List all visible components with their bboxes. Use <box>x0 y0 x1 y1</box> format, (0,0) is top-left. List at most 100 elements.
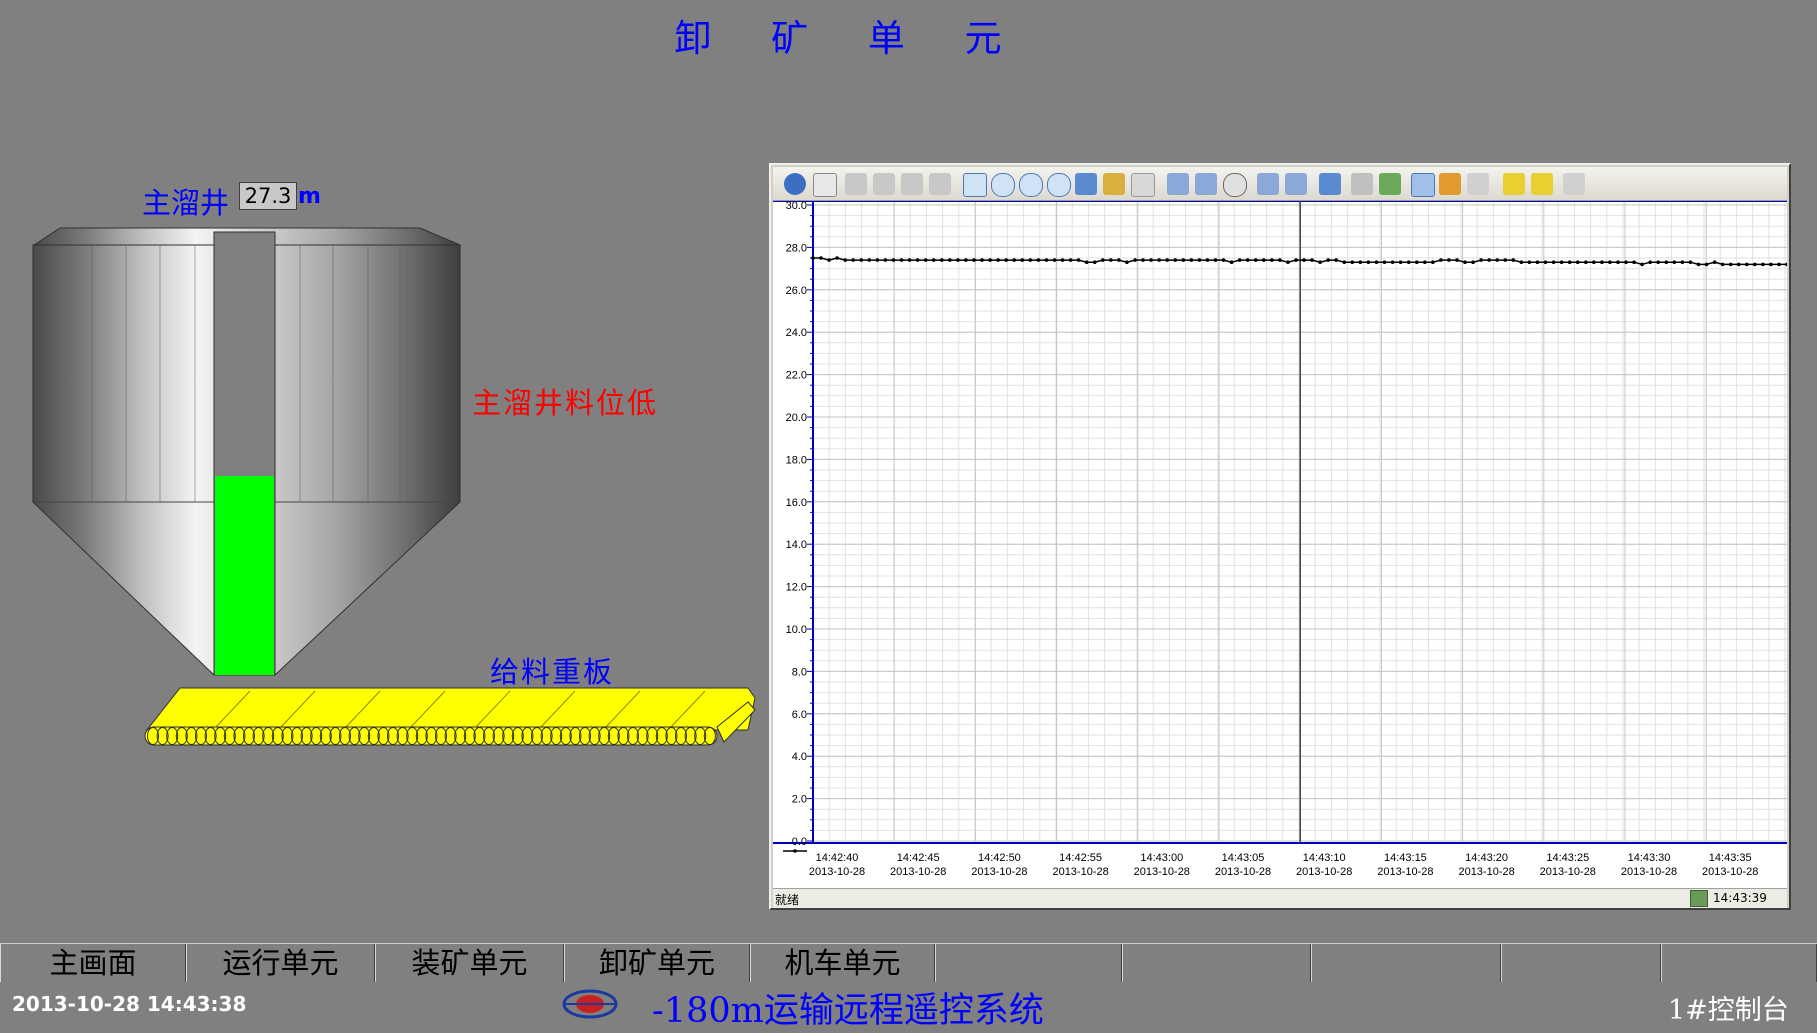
x-tick-time: 14:43:10 <box>1303 852 1346 864</box>
nav-empty-3[interactable] <box>1311 944 1501 982</box>
y-tick-label: 26.0 <box>786 285 807 297</box>
nav-empty-4[interactable] <box>1501 944 1661 982</box>
calendar-icon[interactable] <box>813 173 837 197</box>
series-point <box>1745 262 1749 267</box>
y-tick-label: 20.0 <box>786 412 807 424</box>
page-title: 卸 矿 单 元 <box>674 17 1026 60</box>
series-point <box>1125 260 1129 264</box>
add-pen-icon[interactable] <box>1503 173 1525 195</box>
bracket-icon[interactable] <box>1439 173 1461 195</box>
y-axis-icon[interactable] <box>1103 173 1125 195</box>
series-point <box>1439 258 1443 262</box>
cursor-icon[interactable] <box>1411 173 1435 197</box>
series-point <box>1471 260 1475 264</box>
help-icon[interactable] <box>784 173 806 195</box>
series-point <box>1245 258 1250 262</box>
x-tick-date: 2013-10-28 <box>1134 866 1190 878</box>
zoom-reset-icon[interactable] <box>1047 173 1071 197</box>
prev-page-icon[interactable] <box>873 173 895 195</box>
series-point <box>1495 258 1499 262</box>
series-point <box>1189 258 1194 262</box>
layout-icon[interactable] <box>1195 173 1217 195</box>
remove-pen-icon[interactable] <box>1531 173 1553 195</box>
series-point <box>1640 262 1644 267</box>
zoom-box-icon[interactable] <box>963 173 987 197</box>
series-point <box>1253 258 1258 262</box>
series-point <box>1109 258 1113 262</box>
y-tick-label: 0.0 <box>792 836 807 848</box>
series-point <box>1028 258 1033 262</box>
chart-settings-icon[interactable] <box>1257 173 1279 195</box>
series-point <box>875 258 880 262</box>
x-tick-time: 14:43:25 <box>1546 852 1589 864</box>
x-tick-date: 2013-10-28 <box>1377 866 1433 878</box>
nav-empty-1[interactable] <box>935 944 1122 982</box>
series-point <box>940 258 944 262</box>
series-point <box>1728 262 1733 267</box>
series-point <box>1060 258 1065 262</box>
series-point <box>843 258 847 262</box>
series-point <box>1197 258 1202 262</box>
nav-running-unit[interactable]: 运行单元 <box>186 944 375 982</box>
series-point <box>1535 260 1540 264</box>
company-logo-icon <box>562 989 618 1019</box>
y-tick-label: 22.0 <box>786 370 807 382</box>
pan-icon[interactable] <box>1075 173 1097 195</box>
series-point <box>1527 260 1532 264</box>
last-page-icon[interactable] <box>929 173 951 195</box>
series-point <box>1117 258 1121 262</box>
chart-export-icon[interactable] <box>1285 173 1307 195</box>
nav-empty-2[interactable] <box>1122 944 1311 982</box>
series-point <box>1173 258 1177 262</box>
trend-toolbar <box>773 167 1787 201</box>
nav-loading-unit[interactable]: 装矿单元 <box>375 944 564 982</box>
series-point <box>1455 258 1459 262</box>
y-tick-label: 18.0 <box>786 454 807 466</box>
series-point <box>1270 258 1274 262</box>
y-tick-label: 30.0 <box>786 201 807 212</box>
zoom-in-icon[interactable] <box>991 173 1015 197</box>
series-point <box>1487 258 1491 262</box>
series-point <box>1398 260 1403 264</box>
level-fill <box>215 476 274 675</box>
series-point <box>1213 258 1218 262</box>
x-tick-time: 14:42:50 <box>978 852 1021 864</box>
nav-locomotive-unit[interactable]: 机车单元 <box>750 944 935 982</box>
series-point <box>1358 260 1363 264</box>
percent-icon[interactable] <box>1563 173 1585 195</box>
series-point <box>1761 262 1765 267</box>
series-point <box>1656 260 1660 264</box>
clock-icon[interactable] <box>1223 173 1247 197</box>
status-time: 14:43:39 <box>1713 891 1767 905</box>
blank-icon[interactable] <box>1131 173 1155 197</box>
pause-icon[interactable] <box>1319 173 1341 195</box>
nav-empty-5[interactable] <box>1661 944 1817 982</box>
series-point <box>1165 258 1169 262</box>
x-tick-date: 2013-10-28 <box>1540 866 1596 878</box>
series-point <box>1157 258 1161 262</box>
series-point <box>1559 260 1564 264</box>
series-point <box>1221 258 1226 262</box>
grid-icon[interactable] <box>1167 173 1189 195</box>
first-page-icon[interactable] <box>845 173 867 195</box>
print-icon[interactable] <box>1351 173 1373 195</box>
x-tick-time: 14:43:35 <box>1709 852 1752 864</box>
series-point <box>1616 260 1620 264</box>
series-point <box>1374 260 1379 264</box>
trend-plot-area[interactable]: 0.0 2.0 4.0 6.0 8.0 10.0 12.0 14.0 16.0 18.0 20.0 2… <box>773 200 1789 890</box>
series-point <box>1479 258 1483 262</box>
series-point <box>1648 260 1652 264</box>
next-page-icon[interactable] <box>901 173 923 195</box>
series-point <box>1423 260 1427 264</box>
series-point <box>1688 260 1693 264</box>
legend-pen-marker <box>793 849 797 853</box>
nav-unloading-unit[interactable]: 卸矿单元 <box>564 944 750 982</box>
nav-main[interactable]: 主画面 <box>0 944 186 982</box>
system-title: -180m运输远程遥控系统 <box>652 991 1044 1031</box>
x-tick-date: 2013-10-28 <box>1296 866 1352 878</box>
zoom-out-icon[interactable] <box>1019 173 1043 197</box>
refresh-icon[interactable] <box>1379 173 1401 195</box>
x-tick-time: 14:42:45 <box>897 852 940 864</box>
shaft-label: 主溜井 <box>142 186 230 220</box>
function-icon[interactable] <box>1467 173 1489 195</box>
